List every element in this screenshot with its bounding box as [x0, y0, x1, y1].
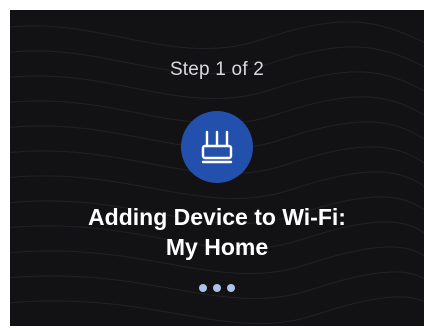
loading-dots: [10, 284, 424, 292]
connection-title-line-2: My Home: [165, 234, 269, 260]
router-icon-badge: [181, 111, 253, 183]
router-icon: [201, 130, 233, 164]
connection-title-line-1: Adding Device to Wi-Fi:: [88, 204, 346, 230]
loading-dot-2: [213, 284, 221, 292]
loading-dot-3: [227, 284, 235, 292]
setup-screen: Step 1 of 2 Adding Device to Wi-Fi: My H…: [10, 10, 424, 326]
step-indicator: Step 1 of 2: [169, 59, 265, 80]
setup-content: Step 1 of 2 Adding Device to Wi-Fi: My H…: [10, 10, 424, 326]
connection-title: Adding Device to Wi-Fi: My Home: [10, 202, 424, 262]
loading-dot-1: [199, 284, 207, 292]
